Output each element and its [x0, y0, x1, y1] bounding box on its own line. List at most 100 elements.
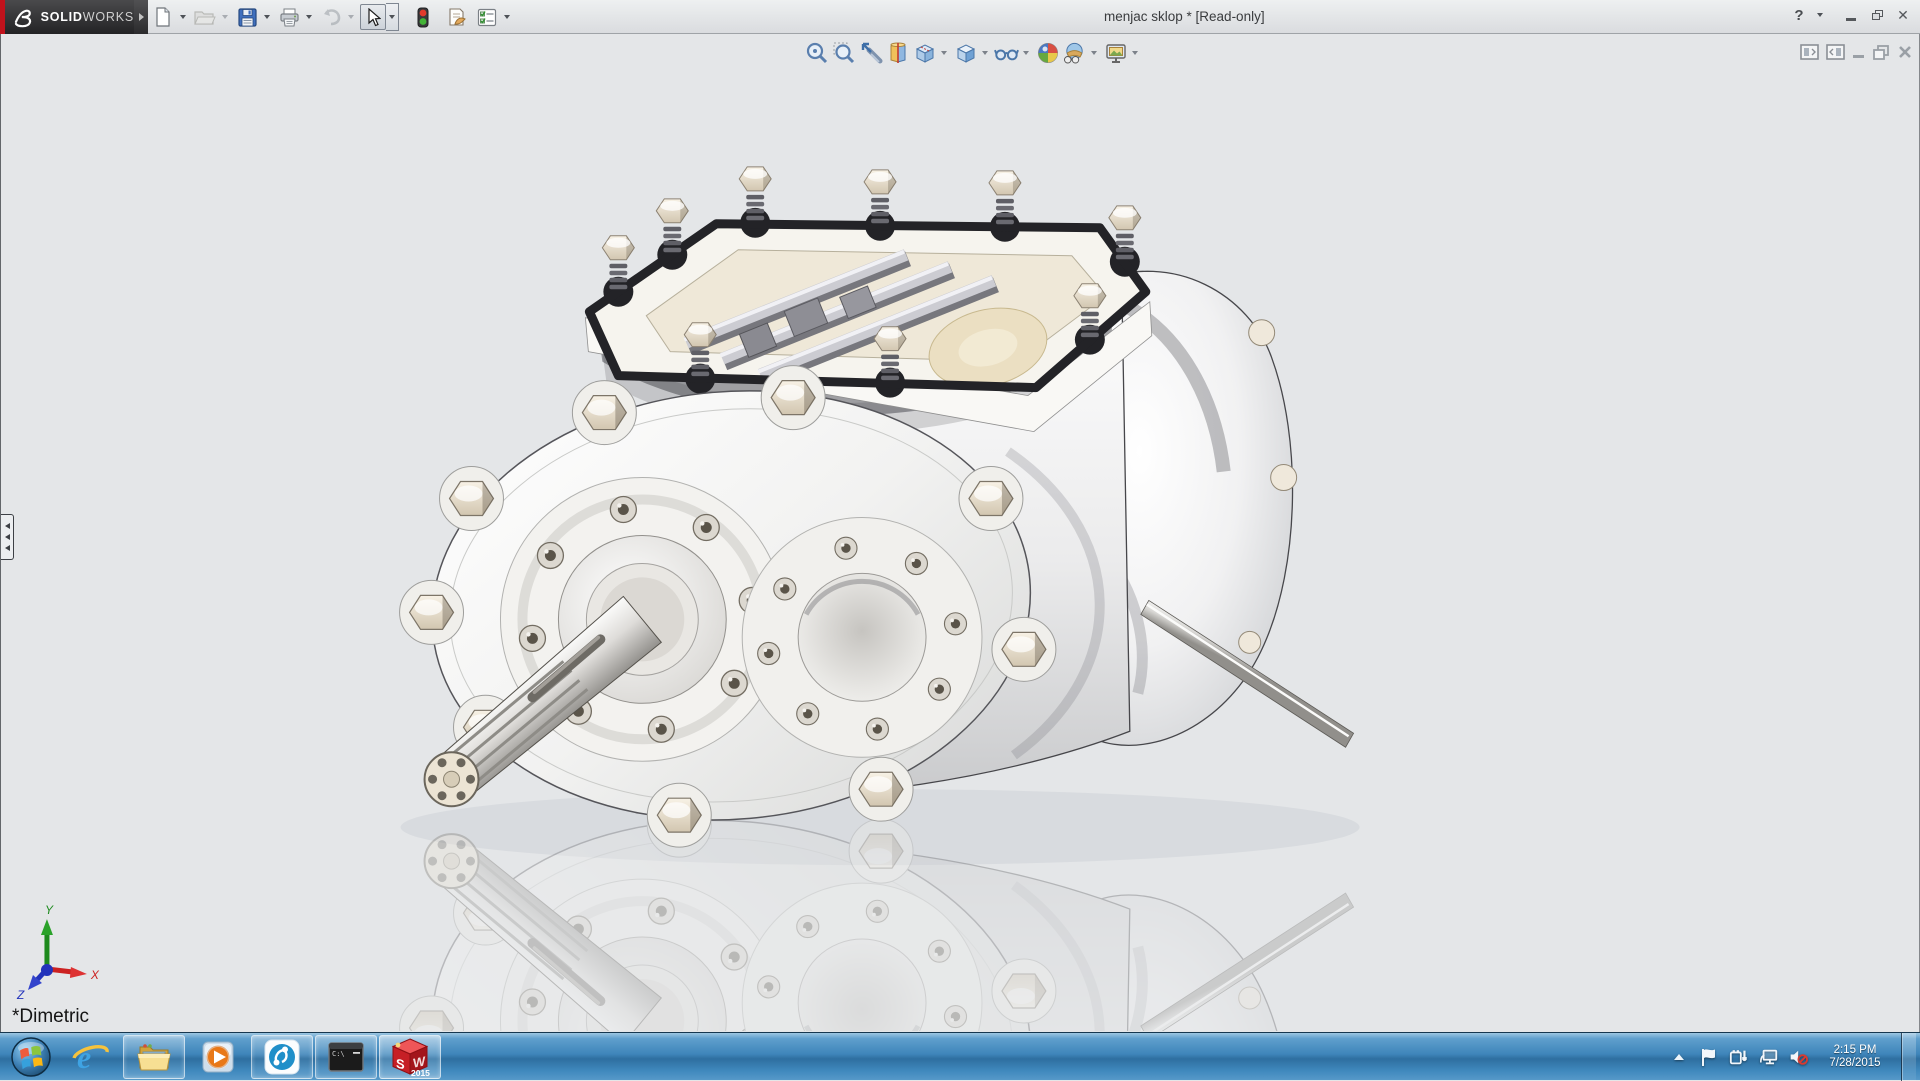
doc-restore-button[interactable]: [1873, 43, 1890, 60]
new-document-button[interactable]: [150, 4, 176, 30]
taskbar-item-windows-explorer[interactable]: [123, 1035, 185, 1079]
select-button[interactable]: [360, 4, 386, 30]
chevron-left-icon: [5, 545, 10, 551]
display-style-button[interactable]: [952, 39, 979, 66]
previous-view-icon: [859, 41, 883, 65]
undo-button[interactable]: [318, 4, 344, 30]
file-properties-icon: [447, 8, 467, 27]
action-center-button[interactable]: [1699, 1045, 1719, 1069]
svg-text:e: e: [77, 1039, 91, 1075]
3d-model-gearbox[interactable]: Y X Z: [1, 34, 1919, 1031]
hide-show-items-button[interactable]: [993, 39, 1020, 66]
graphics-viewport[interactable]: Y X Z: [0, 34, 1920, 1032]
sw-letter-s: S: [396, 1055, 405, 1072]
help-button[interactable]: ?: [1788, 4, 1810, 26]
apply-scene-dropdown[interactable]: [1088, 39, 1100, 66]
help-dropdown[interactable]: [1814, 4, 1826, 26]
rebuild-button[interactable]: [410, 4, 436, 30]
show-hidden-icons-button[interactable]: [1669, 1045, 1689, 1069]
solidworks-2015-icon: S W 2015: [389, 1037, 431, 1077]
x-axis-arrow: [70, 967, 87, 978]
doc-restore-icon: [1873, 44, 1890, 60]
view-orientation-button[interactable]: [911, 39, 938, 66]
close-icon: ✕: [1897, 7, 1909, 24]
view-settings-dropdown[interactable]: [1129, 39, 1141, 66]
solidworks-logo[interactable]: SOLIDWORKS: [0, 0, 134, 34]
show-desktop-button[interactable]: [1901, 1033, 1916, 1081]
save-dropdown[interactable]: [260, 4, 273, 30]
media-player-icon: [199, 1038, 237, 1076]
zoom-to-fit-icon: [805, 41, 829, 65]
gearbox-assembly[interactable]: [400, 167, 1354, 847]
taskbar-item-media-player[interactable]: [187, 1035, 249, 1079]
taskbar-item-solidworks[interactable]: S W 2015: [379, 1035, 441, 1079]
view-settings-monitor-icon: [1104, 41, 1128, 65]
power-button[interactable]: [1729, 1045, 1749, 1069]
select-dropdown[interactable]: [386, 3, 399, 31]
print-dropdown[interactable]: [302, 4, 315, 30]
taskbar-item-internet-explorer[interactable]: e: [59, 1035, 121, 1079]
standard-toolbar: [150, 2, 516, 32]
taskbar-item-share-app[interactable]: [251, 1035, 313, 1079]
pane-left-icon: [1800, 44, 1819, 60]
zoom-to-area-button[interactable]: [830, 39, 857, 66]
volume-button[interactable]: [1789, 1045, 1809, 1069]
options-button[interactable]: [474, 4, 500, 30]
taskbar-item-command-prompt[interactable]: C:\: [315, 1035, 377, 1079]
sw-year-badge: 2015: [411, 1068, 430, 1077]
featuremanager-collapse-tab[interactable]: [1, 514, 14, 560]
doc-close-icon: [1897, 44, 1913, 60]
hide-show-items-dropdown[interactable]: [1020, 39, 1032, 66]
print-button[interactable]: [276, 4, 302, 30]
headsup-view-toolbar: [803, 39, 1143, 66]
rebuild-traffic-light-icon: [417, 7, 429, 28]
chevron-left-icon: [5, 523, 10, 529]
start-button[interactable]: [4, 1033, 58, 1081]
windows-start-orb-icon: [10, 1036, 52, 1078]
tray-clock[interactable]: 2:15 PM 7/28/2015: [1819, 1044, 1891, 1070]
edit-appearance-button[interactable]: [1034, 39, 1061, 66]
doc-minimize-button[interactable]: [1852, 43, 1866, 60]
y-axis-arrow: [41, 919, 53, 935]
undo-dropdown[interactable]: [344, 4, 357, 30]
open-folder-icon: [194, 8, 216, 26]
chevron-left-icon: [5, 534, 10, 540]
new-document-dropdown[interactable]: [176, 4, 189, 30]
options-dropdown[interactable]: [500, 4, 513, 30]
network-icon: [1759, 1047, 1779, 1067]
open-button[interactable]: [192, 4, 218, 30]
view-settings-button[interactable]: [1102, 39, 1129, 66]
pane-left-button[interactable]: [1800, 43, 1819, 60]
zoom-to-fit-button[interactable]: [803, 39, 830, 66]
x-axis-label: X: [90, 968, 100, 982]
brand-text: SOLIDWORKS: [41, 10, 134, 24]
z-axis-label: Z: [16, 988, 25, 1002]
restore-icon: [1872, 10, 1883, 20]
chevron-up-icon: [1674, 1054, 1684, 1060]
network-button[interactable]: [1759, 1045, 1779, 1069]
new-document-icon: [154, 7, 172, 27]
section-view-button[interactable]: [884, 39, 911, 66]
clock-time: 2:15 PM: [1819, 1044, 1891, 1057]
save-button[interactable]: [234, 4, 260, 30]
minimize-button[interactable]: [1840, 4, 1862, 26]
close-button[interactable]: ✕: [1892, 4, 1914, 26]
document-window-controls: [1800, 43, 1913, 60]
view-orientation-icon: [913, 41, 937, 65]
menu-expand-button[interactable]: [134, 0, 148, 34]
open-dropdown[interactable]: [218, 4, 231, 30]
view-orientation-label: *Dimetric: [12, 1006, 89, 1028]
doc-close-button[interactable]: [1897, 43, 1913, 60]
view-orientation-dropdown[interactable]: [938, 39, 950, 66]
display-style-dropdown[interactable]: [979, 39, 991, 66]
pane-right-icon: [1826, 44, 1845, 60]
edit-appearance-ball-icon: [1036, 41, 1060, 65]
section-view-icon: [886, 41, 910, 65]
previous-view-button[interactable]: [857, 39, 884, 66]
restore-button[interactable]: [1866, 4, 1888, 26]
pane-right-button[interactable]: [1826, 43, 1845, 60]
apply-scene-button[interactable]: [1061, 39, 1088, 66]
save-floppy-icon: [238, 8, 257, 27]
share-app-icon: [263, 1038, 301, 1076]
file-properties-button[interactable]: [444, 4, 470, 30]
